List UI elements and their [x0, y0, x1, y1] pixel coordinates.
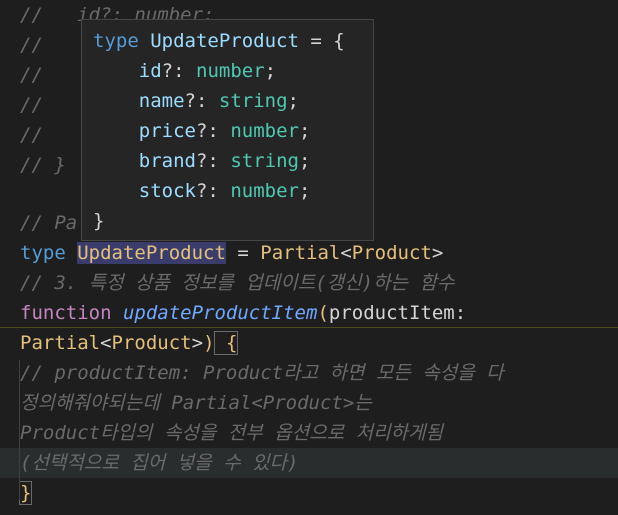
operator: =	[225, 242, 261, 264]
angle-bracket: >	[191, 332, 204, 354]
comment: // Pa	[20, 212, 78, 234]
type-arg: Product	[351, 242, 432, 264]
field-name: id	[138, 60, 162, 82]
angle-bracket: <	[100, 332, 112, 354]
paren: (	[317, 302, 329, 324]
code-line-param-type[interactable]: Partial<Product>) {	[0, 328, 618, 358]
field-name: price	[138, 120, 196, 142]
hover-field: name?: string;	[138, 90, 299, 112]
hover-line: }	[93, 206, 373, 236]
paren: )	[203, 332, 215, 354]
comment: 정의해줘야되는데 Partial<Product>는	[20, 392, 372, 414]
angle-bracket: <	[340, 242, 352, 264]
code-line[interactable]: }	[0, 478, 618, 508]
open-brace: {	[213, 331, 239, 355]
param-name: productItem:	[328, 302, 467, 324]
comment: //	[20, 64, 43, 86]
comment: // 3. 특정 상품 정보를 업데이트(갱신)하는 함수	[20, 272, 455, 294]
field-name: name	[138, 90, 185, 112]
code-line-type-alias[interactable]: type UpdateProduct = Partial<Product>	[0, 238, 618, 268]
field-optional: ?:	[195, 150, 219, 172]
hover-field: brand?: string;	[138, 150, 311, 172]
field-type: number	[230, 180, 299, 202]
keyword-type: type	[20, 242, 66, 264]
code-line-current[interactable]: (선택적으로 집어 넣을 수 있다)	[0, 448, 618, 478]
comment: // productItem: Product라고 하면 모든 속성을 다	[20, 362, 504, 384]
keyword-function: function	[20, 302, 112, 324]
field-optional: ?:	[184, 90, 208, 112]
code-line[interactable]: // 3. 특정 상품 정보를 업데이트(갱신)하는 함수	[0, 268, 618, 298]
field-optional: ?:	[195, 180, 219, 202]
type-name: Partial	[260, 242, 341, 264]
field-type: string	[230, 150, 299, 172]
comment: (선택적으로 집어 넣을 수 있다)	[20, 452, 299, 474]
selected-identifier[interactable]: UpdateProduct	[77, 242, 226, 264]
field-type: number	[196, 60, 265, 82]
field-type: string	[218, 90, 288, 112]
hover-keyword: type	[93, 30, 139, 52]
field-name: stock	[138, 180, 196, 202]
hover-field: id?: number;	[138, 60, 277, 82]
hover-close: }	[93, 210, 105, 232]
angle-bracket: >	[431, 242, 444, 264]
type-name: Partial	[20, 332, 101, 354]
hover-field: price?: number;	[138, 120, 311, 142]
field-name: brand	[138, 150, 196, 172]
type-arg: Product	[111, 332, 192, 354]
field-optional: ?:	[195, 120, 219, 142]
hover-field: stock?: number;	[138, 180, 311, 202]
comment: //	[20, 124, 43, 146]
comment: //	[20, 94, 43, 116]
comment: //	[20, 34, 43, 56]
comment: // }	[20, 154, 66, 176]
code-line[interactable]: Product타입의 속성을 전부 옵션으로 처리하게됨	[0, 418, 618, 448]
hover-line: type UpdateProduct = {	[93, 26, 373, 56]
hover-open: = {	[298, 30, 345, 52]
function-name: updateProductItem	[122, 302, 318, 324]
hover-tooltip: type UpdateProduct = { id?: number; name…	[81, 19, 374, 241]
code-line[interactable]: 정의해줘야되는데 Partial<Product>는	[0, 388, 618, 418]
field-optional: ?:	[161, 60, 185, 82]
field-type: number	[230, 120, 299, 142]
code-line-function[interactable]: function updateProductItem(productItem:	[0, 298, 618, 328]
comment: Product타입의 속성을 전부 옵션으로 처리하게됨	[20, 422, 443, 444]
indent-guide	[19, 360, 20, 500]
close-brace: }	[18, 481, 33, 505]
hover-type-name: UpdateProduct	[150, 30, 299, 52]
code-line[interactable]: // productItem: Product라고 하면 모든 속성을 다	[0, 358, 618, 388]
